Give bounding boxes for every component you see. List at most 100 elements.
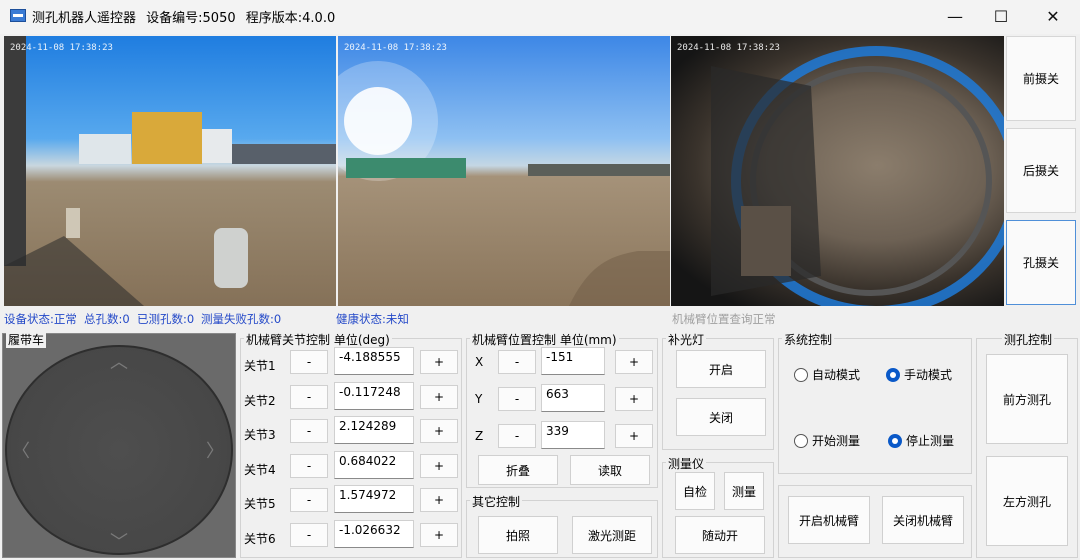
joint-increase-button[interactable]: + <box>420 384 458 409</box>
auto-mode-radio-dot <box>794 367 808 382</box>
front-camera-toggle-button[interactable]: 前摄关 <box>1006 36 1076 121</box>
front-camera-scene <box>4 36 336 306</box>
start-measure-radio[interactable]: 开始测量 <box>794 432 860 449</box>
follow-label: 随动开 <box>701 528 738 543</box>
joint-increase-button[interactable]: + <box>420 453 458 478</box>
joystick-right-icon: 〉 <box>206 441 224 462</box>
self-check-button[interactable]: 自检 <box>675 472 715 510</box>
joint-decrease-button[interactable]: - <box>290 384 328 409</box>
rear-camera-toggle-label: 后摄关 <box>1022 164 1059 178</box>
joint-label: 关节6 <box>244 531 276 546</box>
meter-title: 测量仪 <box>666 455 707 472</box>
joint-decrease-button[interactable]: - <box>290 419 328 443</box>
rear-camera-timestamp: 2024-11-08 17:38:23 <box>344 43 447 53</box>
app-icon <box>10 9 26 22</box>
read-button[interactable]: 读取 <box>570 455 650 485</box>
measure-button[interactable]: 测量 <box>724 472 764 510</box>
auto-mode-radio[interactable]: 自动模式 <box>794 366 860 383</box>
joint-increase-button[interactable]: + <box>420 488 458 512</box>
fold-button[interactable]: 折叠 <box>478 455 558 485</box>
joint-increase-button[interactable]: + <box>420 522 458 547</box>
crawler-label: 履带车 <box>6 331 47 348</box>
manual-mode-label: 手动模式 <box>904 368 953 382</box>
axis-value-field[interactable]: -151 <box>541 347 605 375</box>
laser-range-button[interactable]: 激光测距 <box>572 516 652 554</box>
manual-mode-radio[interactable]: 手动模式 <box>886 366 952 383</box>
position-control-title: 机械臂位置控制 单位(mm) <box>470 331 619 348</box>
joint-value-field[interactable]: -1.026632 <box>334 519 414 548</box>
hole-camera-toggle-button[interactable]: 孔摄关 <box>1006 220 1076 305</box>
start-measure-label: 开始测量 <box>812 434 861 448</box>
left-hole-label: 左方测孔 <box>1002 494 1051 509</box>
minus-label: - <box>306 527 312 542</box>
plus-label: + <box>433 355 445 369</box>
axis-increase-button[interactable]: + <box>615 350 653 374</box>
laser-range-label: 激光测距 <box>587 528 636 543</box>
plus-label: + <box>433 458 445 473</box>
plus-label: + <box>433 389 445 404</box>
stop-measure-radio[interactable]: 停止测量 <box>888 432 954 449</box>
fill-light-off-label: 关闭 <box>708 410 733 425</box>
minus-label: - <box>514 355 520 369</box>
other-control-title: 其它控制 <box>470 493 523 510</box>
open-arm-label: 开启机械臂 <box>798 513 859 528</box>
rear-camera-feed: 2024-11-08 17:38:23 <box>338 36 670 306</box>
axis-value-field[interactable]: 339 <box>541 421 605 449</box>
close-button[interactable]: ✕ <box>1030 0 1076 32</box>
axis-decrease-button[interactable]: - <box>498 387 536 411</box>
joint-label: 关节1 <box>244 359 276 373</box>
joint-value-field[interactable]: 2.124289 <box>334 416 414 444</box>
maximize-button[interactable]: ☐ <box>978 0 1024 32</box>
axis-label: Y <box>475 392 483 406</box>
hole-camera-toggle-label: 孔摄关 <box>1022 256 1059 270</box>
axis-value-field[interactable]: 663 <box>541 384 605 412</box>
axis-label: X <box>475 355 484 369</box>
joint-label: 关节3 <box>244 428 276 442</box>
system-control-title: 系统控制 <box>782 331 835 348</box>
joint-label: 关节4 <box>244 462 276 477</box>
plus-label: + <box>628 429 640 443</box>
joint-decrease-button[interactable]: - <box>290 453 328 478</box>
plus-label: + <box>433 493 445 507</box>
fill-light-on-button[interactable]: 开启 <box>676 350 766 388</box>
joint-increase-button[interactable]: + <box>420 419 458 443</box>
axis-increase-button[interactable]: + <box>615 424 653 448</box>
joint-label: 关节2 <box>244 393 276 408</box>
joint-value-field[interactable]: 0.684022 <box>334 450 414 479</box>
fold-label: 折叠 <box>505 463 530 478</box>
joint-decrease-button[interactable]: - <box>290 522 328 547</box>
plus-label: + <box>628 392 640 406</box>
fill-light-title: 补光灯 <box>666 331 707 348</box>
minimize-button[interactable]: — <box>932 0 978 32</box>
rear-camera-toggle-button[interactable]: 后摄关 <box>1006 128 1076 213</box>
window-title: 测孔机器人遥控器 设备编号:5050 程序版本:4.0.0 <box>32 7 335 26</box>
axis-decrease-button[interactable]: - <box>498 350 536 374</box>
plus-label: + <box>433 527 445 542</box>
joint-decrease-button[interactable]: - <box>290 350 328 374</box>
axis-decrease-button[interactable]: - <box>498 424 536 448</box>
program-version: 程序版本:4.0.0 <box>245 11 336 26</box>
crawler-joystick[interactable] <box>5 345 233 555</box>
system-control-group <box>778 338 972 474</box>
joint-value-field[interactable]: -0.117248 <box>334 381 414 410</box>
minus-label: - <box>514 392 520 406</box>
axis-increase-button[interactable]: + <box>615 387 653 411</box>
manual-mode-radio-dot <box>886 367 900 382</box>
close-icon: ✕ <box>1046 6 1060 26</box>
stop-measure-radio-dot <box>888 433 902 448</box>
photo-button[interactable]: 拍照 <box>478 516 558 554</box>
front-hole-button[interactable]: 前方测孔 <box>986 354 1068 444</box>
close-arm-button[interactable]: 关闭机械臂 <box>882 496 964 544</box>
joint-value-field[interactable]: 1.574972 <box>334 485 414 513</box>
open-arm-button[interactable]: 开启机械臂 <box>788 496 870 544</box>
joint-decrease-button[interactable]: - <box>290 488 328 512</box>
follow-button[interactable]: 随动开 <box>675 516 765 554</box>
joint-label: 关节5 <box>244 497 276 511</box>
fill-light-on-label: 开启 <box>708 362 733 377</box>
failed-holes: 测量失败孔数:0 <box>201 312 282 326</box>
joint-increase-button[interactable]: + <box>420 350 458 374</box>
left-hole-button[interactable]: 左方测孔 <box>986 456 1068 546</box>
fill-light-off-button[interactable]: 关闭 <box>676 398 766 436</box>
auto-mode-label: 自动模式 <box>812 368 861 382</box>
joint-value-field[interactable]: -4.188555 <box>334 347 414 375</box>
